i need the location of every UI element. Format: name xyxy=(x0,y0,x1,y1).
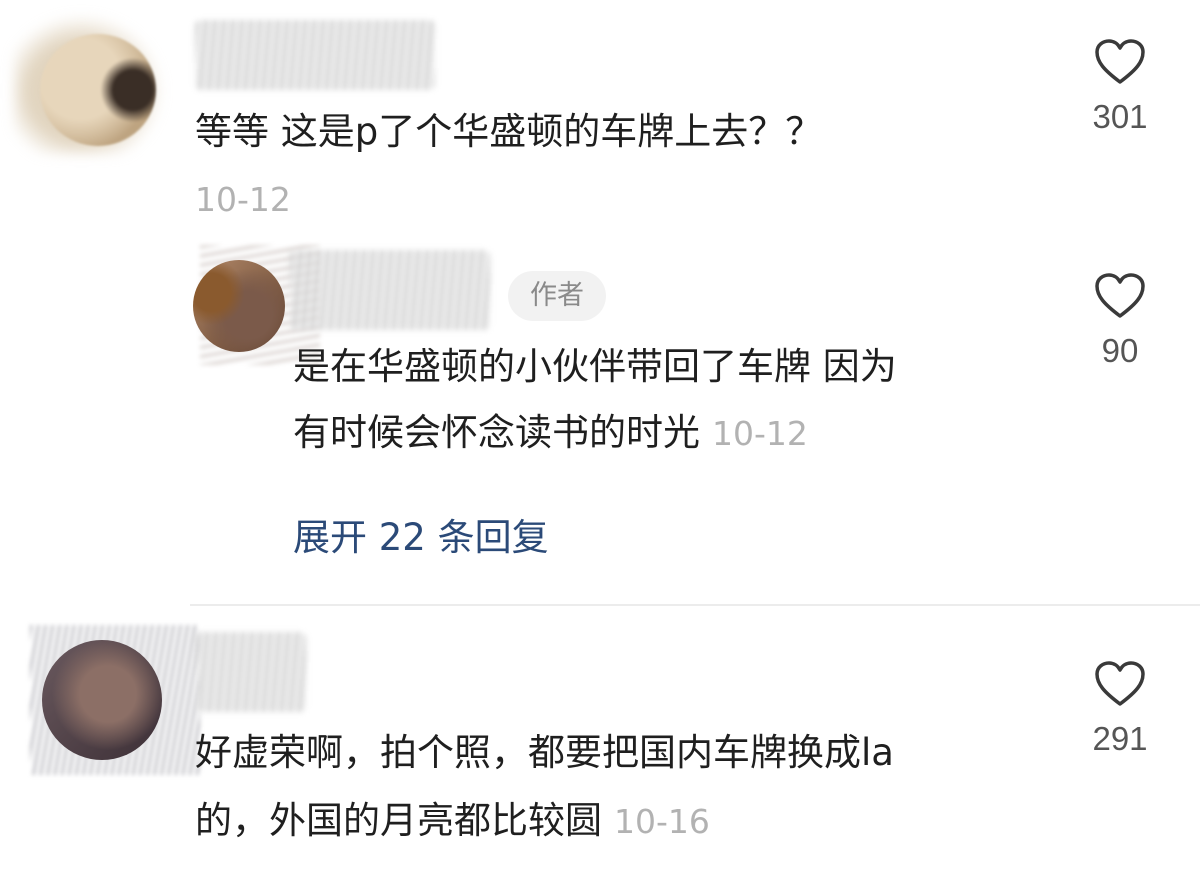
like-button[interactable]: 90 xyxy=(1070,272,1170,370)
like-count: 301 xyxy=(1092,98,1148,135)
avatar[interactable] xyxy=(193,260,285,352)
comment-date: 10-12 xyxy=(195,180,291,219)
author-badge: 作者 xyxy=(508,271,606,321)
reply-text-line-2: 有时候会怀念读书的时光 10-12 xyxy=(293,411,808,456)
heart-outline-icon xyxy=(1095,661,1145,706)
reply-date: 10-12 xyxy=(712,414,808,453)
divider xyxy=(190,604,1200,606)
comment-text-line-1: 好虚荣啊，拍个照，都要把国内车牌换成la xyxy=(195,731,894,774)
like-button[interactable]: 301 xyxy=(1070,38,1170,136)
comment-text: 等等 这是p了个华盛顿的车牌上去？？ xyxy=(195,110,823,153)
reply-text-line-1: 是在华盛顿的小伙伴带回了车牌 因为 xyxy=(293,345,897,388)
heart-outline-icon xyxy=(1095,39,1145,84)
comment-text-line-2: 的，外国的月亮都比较圆 10-16 xyxy=(195,799,710,844)
like-button[interactable]: 291 xyxy=(1070,660,1170,758)
expand-replies-link[interactable]: 展开 22 条回复 xyxy=(293,507,549,561)
username-obscured[interactable] xyxy=(196,632,306,712)
avatar[interactable] xyxy=(40,34,156,146)
username-obscured[interactable] xyxy=(195,20,435,90)
avatar[interactable] xyxy=(42,640,162,760)
comment-date: 10-16 xyxy=(614,802,710,841)
comment-text: 的，外国的月亮都比较圆 xyxy=(195,799,602,842)
like-count: 90 xyxy=(1101,332,1139,369)
heart-outline-icon xyxy=(1095,273,1145,318)
like-count: 291 xyxy=(1092,720,1148,757)
reply-text: 有时候会怀念读书的时光 xyxy=(293,411,700,454)
username-obscured[interactable] xyxy=(290,250,490,330)
